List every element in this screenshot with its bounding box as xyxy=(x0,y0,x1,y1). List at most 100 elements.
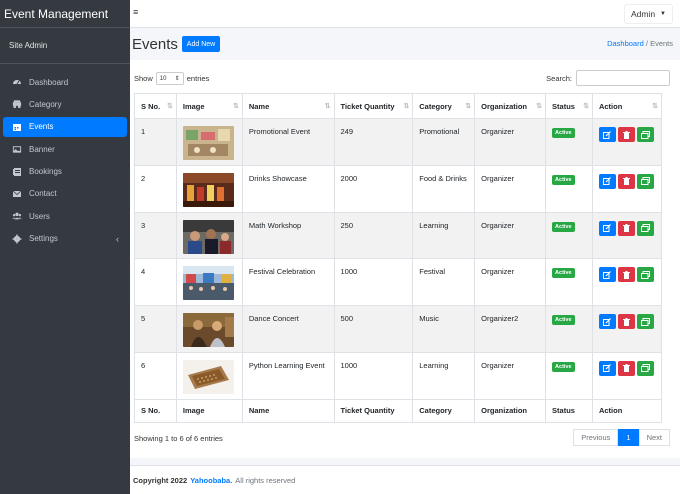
users-icon xyxy=(12,211,22,221)
footer-organization: Organization xyxy=(474,398,547,423)
trash-icon xyxy=(622,177,630,186)
cell-image xyxy=(175,351,243,400)
cell-actions xyxy=(591,164,663,213)
sidebar-item-events[interactable]: Events xyxy=(3,116,127,137)
edit-button[interactable] xyxy=(598,173,616,189)
column-header-image[interactable]: Image ⇅ xyxy=(175,93,243,119)
column-header-category[interactable]: Category ⇅ xyxy=(412,93,476,119)
images-icon xyxy=(640,270,650,279)
admin-dropdown-button[interactable]: Admin ▼ xyxy=(623,4,673,24)
sidebar-nav: Dashboard Category Events Banner Booking… xyxy=(0,64,130,249)
cell-name: Promotional Event xyxy=(241,118,335,166)
sort-icon: ⇅ xyxy=(583,103,589,110)
sort-icon: ⇅ xyxy=(465,103,472,110)
cell-status: Active xyxy=(545,258,593,307)
view-button[interactable] xyxy=(636,267,654,283)
column-header-status[interactable]: Status ⇅ xyxy=(545,93,593,119)
cell-sno: 3 xyxy=(134,211,177,260)
menu-toggle-icon[interactable]: ≡ xyxy=(133,7,138,17)
edit-icon xyxy=(603,177,612,186)
sort-icon: ⇅ xyxy=(403,103,410,110)
footer-copyright: Copyright 2022 xyxy=(133,475,188,485)
edit-button[interactable] xyxy=(598,267,616,283)
footer-status: Status xyxy=(545,398,593,423)
edit-button[interactable] xyxy=(598,127,616,142)
edit-button[interactable] xyxy=(598,220,616,236)
trash-icon xyxy=(622,224,630,233)
images-icon xyxy=(640,130,650,139)
images-icon xyxy=(640,177,650,186)
entries-select[interactable]: 10 ⇕ xyxy=(155,72,184,85)
sidebar-item-label: Bookings xyxy=(29,167,62,177)
column-header-organization[interactable]: Organization ⇅ xyxy=(474,93,547,119)
pagination-page-1[interactable]: 1 xyxy=(618,429,639,446)
sort-asc-icon: ⇅ xyxy=(166,103,173,110)
cell-actions xyxy=(591,351,663,400)
delete-button[interactable] xyxy=(617,314,635,330)
view-button[interactable] xyxy=(636,314,654,330)
column-header-ticket-quantity[interactable]: Ticket Quantity ⇅ xyxy=(333,93,414,119)
sort-icon: ⇅ xyxy=(324,103,331,110)
cell-image xyxy=(175,211,243,260)
cell-sno: 5 xyxy=(134,305,177,353)
cell-image xyxy=(175,164,243,213)
breadcrumb-dashboard-link[interactable]: Dashboard xyxy=(607,39,644,48)
caret-down-icon: ▼ xyxy=(660,11,666,17)
column-header-name[interactable]: Name ⇅ xyxy=(241,93,335,119)
delete-button[interactable] xyxy=(617,127,635,142)
sidebar-item-label: Users xyxy=(29,211,50,221)
event-thumbnail[interactable] xyxy=(182,359,234,394)
column-header-action[interactable]: Action ⇅ xyxy=(591,93,663,119)
column-header-sno[interactable]: S No. ⇅ xyxy=(134,93,177,119)
pagination-previous[interactable]: Previous xyxy=(573,429,619,446)
sidebar-item-dashboard[interactable]: Dashboard xyxy=(3,72,127,92)
contact-icon xyxy=(12,189,22,199)
event-thumbnail[interactable] xyxy=(182,313,234,348)
sidebar-item-settings[interactable]: Settings ‹ xyxy=(3,229,127,249)
delete-button[interactable] xyxy=(617,360,635,376)
view-button[interactable] xyxy=(636,127,654,142)
gear-icon xyxy=(12,234,22,244)
add-new-button[interactable]: Add New xyxy=(182,36,220,52)
edit-icon xyxy=(603,130,612,139)
status-badge: Active xyxy=(552,128,575,138)
brand-title[interactable]: Event Management xyxy=(0,0,130,28)
delete-button[interactable] xyxy=(617,220,635,236)
footer-ticket-quantity: Ticket Quantity xyxy=(333,398,414,423)
view-button[interactable] xyxy=(636,173,654,189)
page-title: Events xyxy=(132,36,178,53)
sidebar-item-users[interactable]: Users xyxy=(3,206,127,226)
event-thumbnail[interactable] xyxy=(182,266,234,301)
cell-status: Active xyxy=(545,118,593,166)
delete-button[interactable] xyxy=(617,173,635,189)
sidebar-item-category[interactable]: Category xyxy=(3,94,127,114)
view-button[interactable] xyxy=(636,360,654,376)
status-badge: Active xyxy=(552,174,575,185)
table-row: 2 Drinks Showcase 2000 Food & Drinks Org… xyxy=(134,164,663,213)
events-card: Show 10 ⇕ entries Search: S No. ⇅ Image ⇅ … xyxy=(130,60,680,458)
sidebar-item-bookings[interactable]: Bookings xyxy=(3,162,127,182)
edit-button[interactable] xyxy=(598,314,616,330)
image-icon xyxy=(12,144,22,154)
event-thumbnail[interactable] xyxy=(182,126,234,160)
sidebar-item-label: Dashboard xyxy=(29,77,69,87)
pagination-next[interactable]: Next xyxy=(638,429,670,446)
status-badge: Active xyxy=(552,268,575,279)
search-input[interactable] xyxy=(576,70,670,86)
event-thumbnail[interactable] xyxy=(182,172,234,207)
footer-brand-link[interactable]: Yahoobaba. xyxy=(190,476,232,485)
view-button[interactable] xyxy=(636,220,654,236)
cell-name: Festival Celebration xyxy=(241,258,335,307)
cell-category: Learning xyxy=(412,351,476,400)
cell-organization: Organizer xyxy=(474,351,547,400)
user-name[interactable]: Site Admin xyxy=(0,28,130,64)
delete-button[interactable] xyxy=(617,267,635,283)
edit-button[interactable] xyxy=(598,360,616,376)
event-thumbnail[interactable] xyxy=(182,219,234,254)
edit-icon xyxy=(603,364,612,373)
cell-actions xyxy=(591,305,663,353)
status-badge: Active xyxy=(552,315,575,326)
table-row: 3 Math Workshop 250 Learning Organizer A… xyxy=(134,211,663,260)
sidebar-item-banner[interactable]: Banner xyxy=(3,139,127,159)
sidebar-item-contact[interactable]: Contact xyxy=(3,184,127,204)
